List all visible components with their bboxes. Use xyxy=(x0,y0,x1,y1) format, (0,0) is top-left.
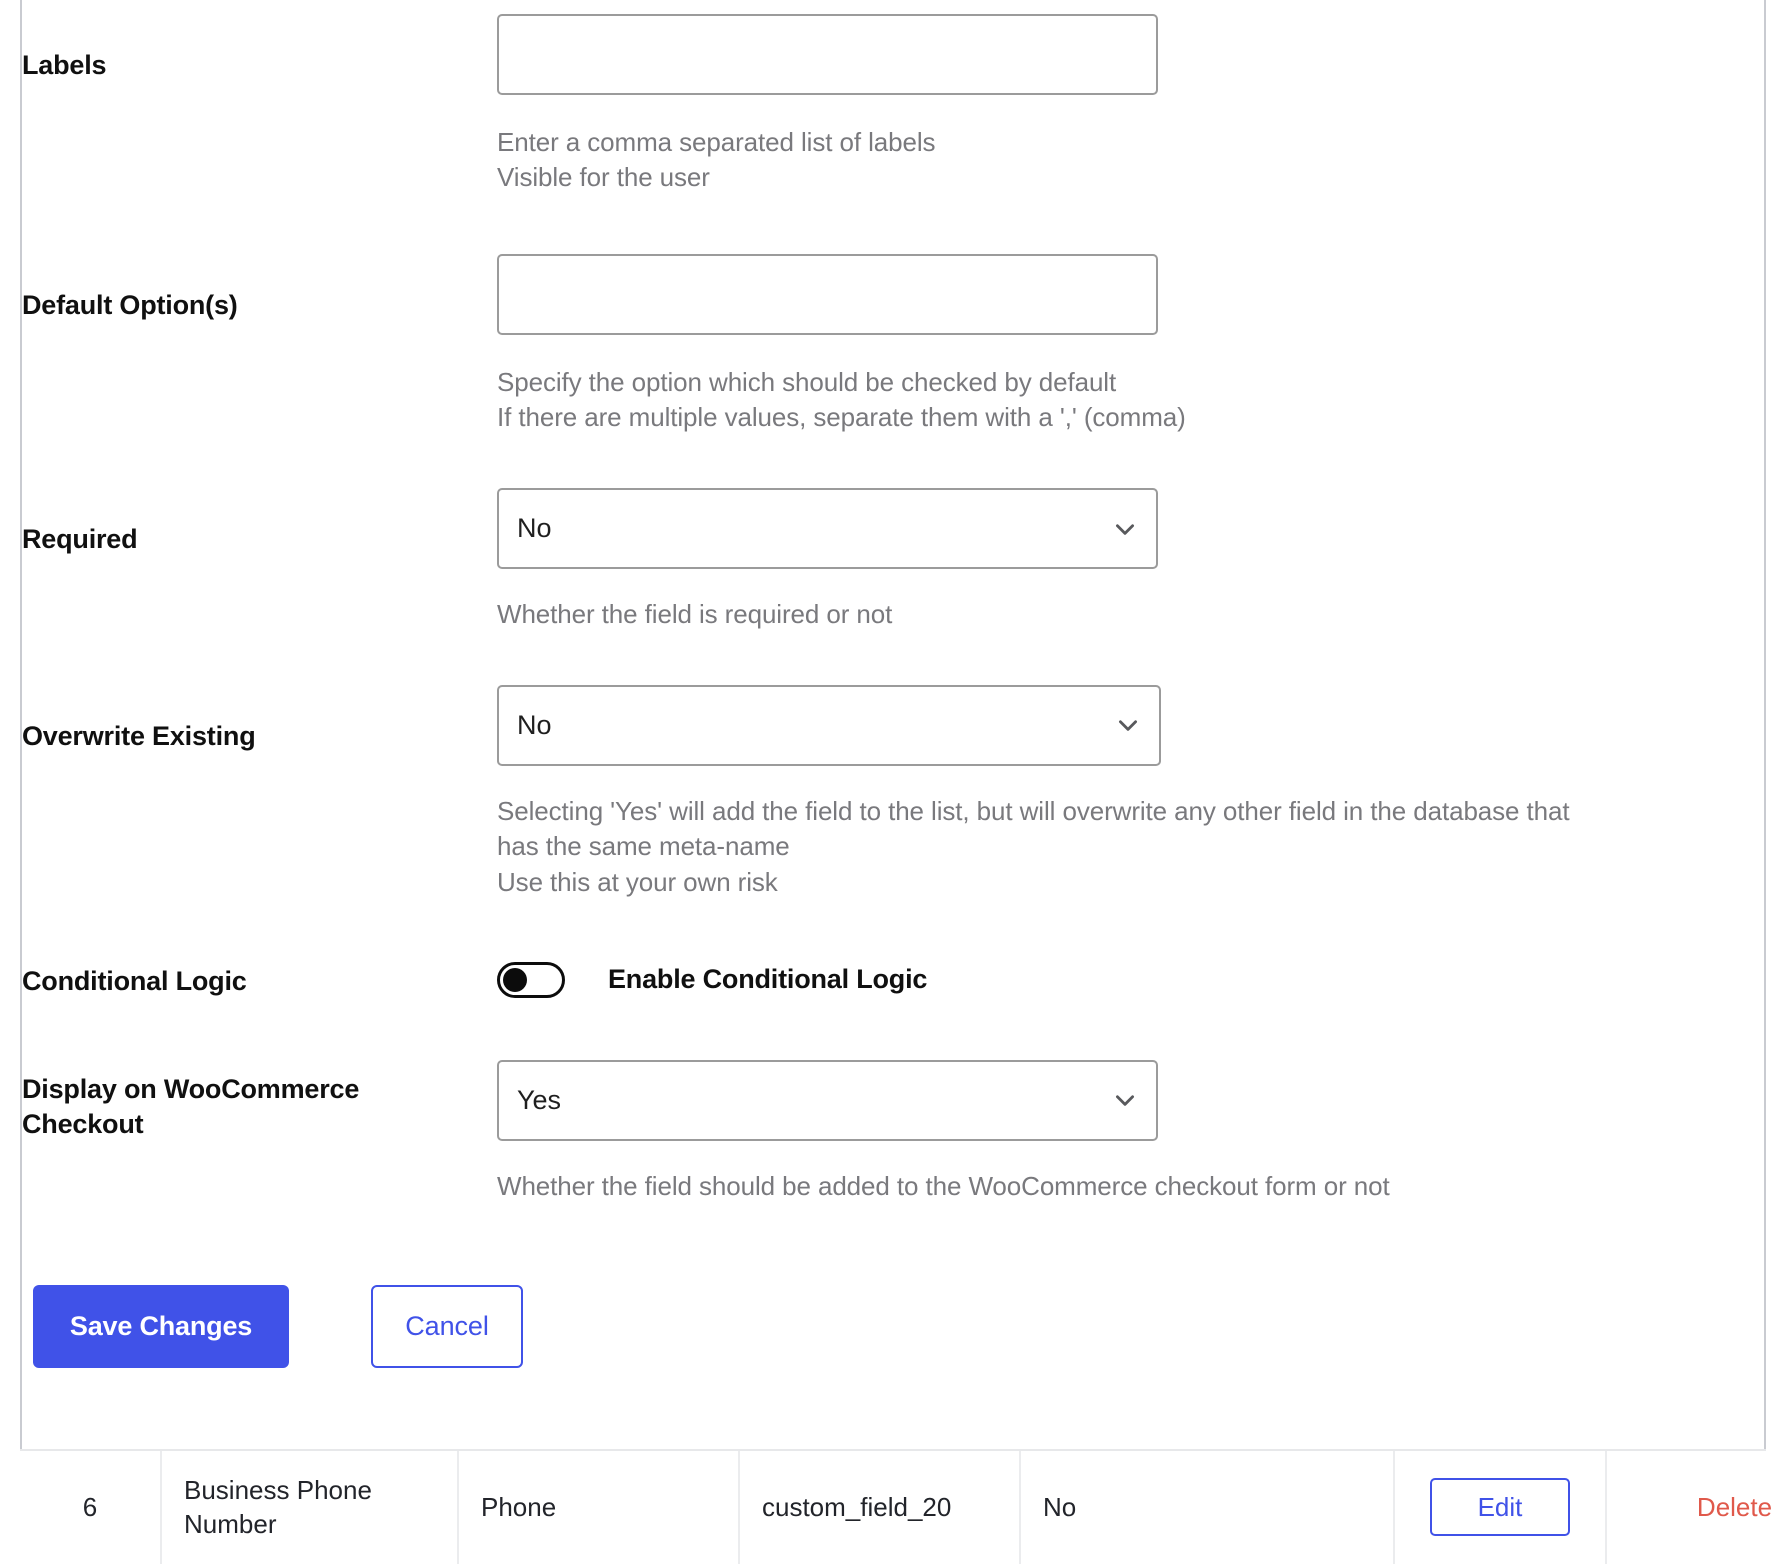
custom-field-form: Labels Enter a comma separated list of l… xyxy=(22,0,1764,1368)
panel-right-divider xyxy=(1764,0,1766,1449)
woocommerce-checkout-select-value[interactable]: Yes xyxy=(497,1059,1158,1141)
cancel-button[interactable]: Cancel xyxy=(371,1284,523,1368)
table-cell-edit: Edit xyxy=(1394,1451,1607,1564)
help-line: Whether the field is required or not xyxy=(497,599,893,630)
form-actions: Save Changes Cancel xyxy=(22,1204,1764,1368)
help-line: Use this at your own risk xyxy=(497,866,778,897)
save-changes-button[interactable]: Save Changes xyxy=(33,1284,289,1368)
default-options-input[interactable] xyxy=(497,253,1158,335)
help-line: Specify the option which should be check… xyxy=(497,366,1117,397)
form-row-woocommerce-checkout: Display on WooCommerce Checkout Yes Whet… xyxy=(22,1000,1764,1204)
form-row-conditional-logic: Conditional Logic Enable Conditional Log… xyxy=(22,900,1764,1000)
form-row-required: Required No Whether the field is require… xyxy=(22,435,1764,632)
table-cell-required: No xyxy=(1020,1451,1395,1564)
field-control-woocommerce-checkout: Yes Whether the field should be added to… xyxy=(497,1059,1764,1204)
form-row-default-options: Default Option(s) Specify the option whi… xyxy=(22,196,1764,436)
field-label-overwrite-existing: Overwrite Existing xyxy=(22,720,256,751)
help-line: Whether the field should be added to the… xyxy=(497,1170,1390,1201)
help-line: Enter a comma separated list of labels xyxy=(497,127,936,157)
woocommerce-checkout-select[interactable]: Yes xyxy=(497,1059,1158,1141)
table-cell-id: 6 xyxy=(20,1451,162,1564)
field-control-conditional-logic: Enable Conditional Logic xyxy=(497,961,1764,998)
field-help-woocommerce-checkout: Whether the field should be added to the… xyxy=(497,1169,1764,1204)
overwrite-existing-select-value[interactable]: No xyxy=(497,684,1161,766)
overwrite-existing-select[interactable]: No xyxy=(497,684,1161,766)
form-row-overwrite-existing: Overwrite Existing No Selecting 'Yes' wi… xyxy=(22,633,1764,900)
field-label-labels: Labels xyxy=(22,50,107,80)
table-cell-meta-name: custom_field_20 xyxy=(739,1451,1021,1564)
toggle-knob xyxy=(503,967,527,992)
labels-input[interactable] xyxy=(497,14,1158,95)
edit-button[interactable]: Edit xyxy=(1430,1478,1570,1537)
custom-fields-table: 6 Business Phone Number Phone custom_fie… xyxy=(20,1449,1772,1564)
field-label-woocommerce-checkout: Display on WooCommerce Checkout xyxy=(22,1073,360,1140)
field-control-default-options: Specify the option which should be check… xyxy=(497,253,1764,436)
delete-button[interactable]: Delete xyxy=(1697,1492,1772,1522)
field-help-overwrite-existing: Selecting 'Yes' will add the field to th… xyxy=(497,794,1601,900)
required-select-value[interactable]: No xyxy=(497,488,1158,570)
field-control-labels: Enter a comma separated list of labels V… xyxy=(497,14,1764,196)
field-control-required: No Whether the field is required or not xyxy=(497,488,1764,632)
field-help-labels: Enter a comma separated list of labels V… xyxy=(497,125,1764,196)
table-row: 6 Business Phone Number Phone custom_fie… xyxy=(20,1451,1781,1564)
required-select[interactable]: No xyxy=(497,488,1158,570)
help-line: Visible for the user xyxy=(497,162,710,193)
conditional-logic-toggle[interactable] xyxy=(497,961,565,998)
field-label-required: Required xyxy=(22,524,138,555)
field-label-default-options: Default Option(s) xyxy=(22,289,238,320)
form-row-labels: Labels Enter a comma separated list of l… xyxy=(22,0,1764,196)
field-control-overwrite-existing: No Selecting 'Yes' will add the field to… xyxy=(497,684,1764,900)
help-line: If there are multiple values, separate t… xyxy=(497,402,1186,433)
table-cell-delete: Delete xyxy=(1606,1451,1781,1564)
field-help-required: Whether the field is required or not xyxy=(497,597,1764,632)
field-help-default-options: Specify the option which should be check… xyxy=(497,365,1764,436)
custom-field-editor-page: Labels Enter a comma separated list of l… xyxy=(0,0,1781,1565)
table-cell-field-label: Business Phone Number xyxy=(161,1451,459,1564)
help-line: Selecting 'Yes' will add the field to th… xyxy=(497,795,1570,862)
conditional-logic-toggle-label: Enable Conditional Logic xyxy=(608,964,928,995)
field-label-conditional-logic: Conditional Logic xyxy=(22,965,247,996)
table-cell-field-type: Phone xyxy=(458,1451,740,1564)
